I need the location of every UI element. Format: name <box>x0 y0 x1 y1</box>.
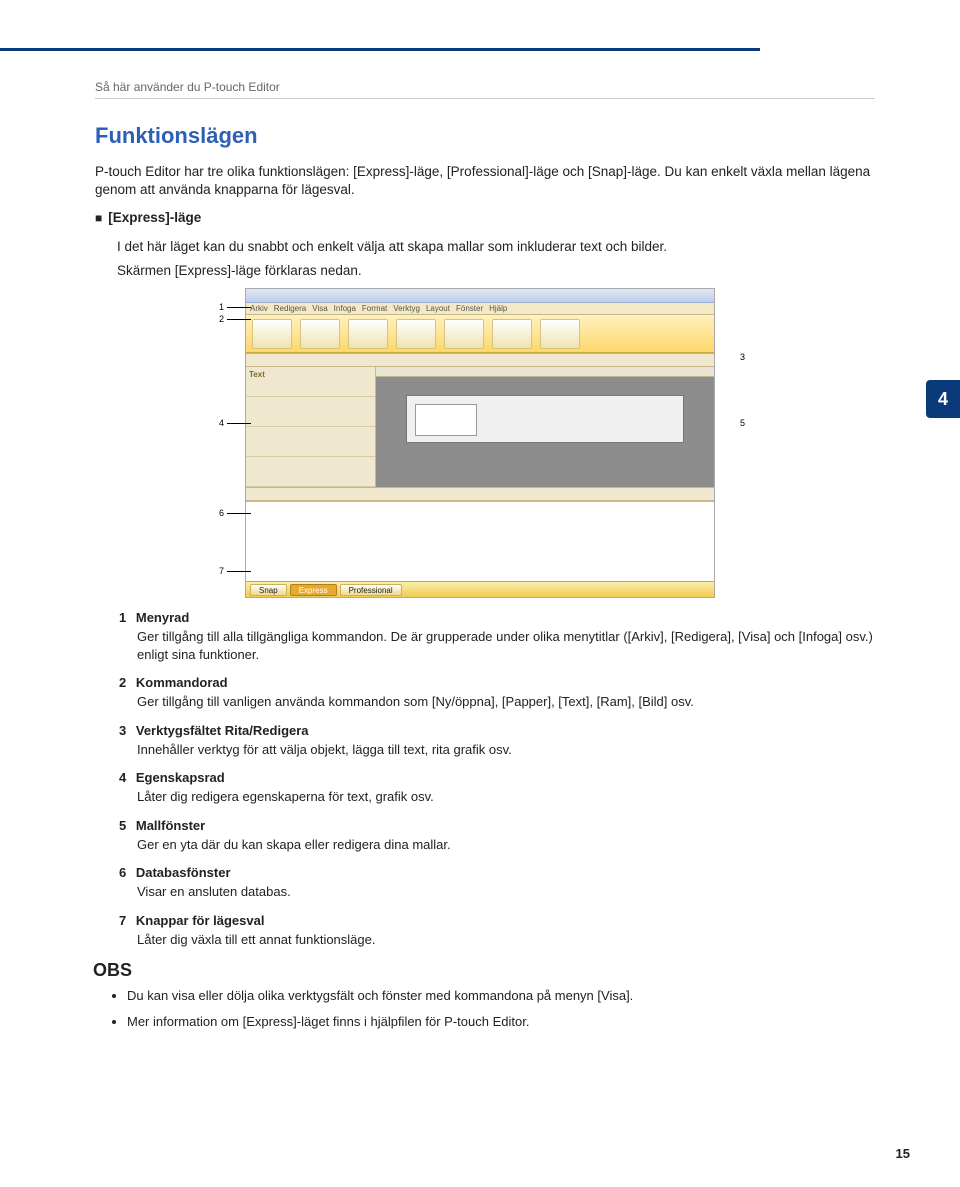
callout-7: 7 <box>219 566 224 576</box>
legend-desc: Visar en ansluten databas. <box>137 883 875 901</box>
sidebar-pane: Text <box>246 367 375 397</box>
cmd-button <box>396 319 436 349</box>
legend-title: Menyrad <box>136 610 189 625</box>
cmd-button <box>252 319 292 349</box>
page-number: 15 <box>896 1146 910 1161</box>
obs-list: Du kan visa eller dölja olika verktygsfä… <box>113 987 875 1030</box>
ruler <box>376 367 714 377</box>
legend-title: Egenskapsrad <box>136 770 225 785</box>
legend-num: 6 <box>119 865 126 880</box>
menu-item: Format <box>362 304 387 313</box>
titlebar <box>246 289 714 303</box>
callout-4: 4 <box>219 418 224 428</box>
legend-title: Mallfönster <box>136 818 205 833</box>
callout-6: 6 <box>219 508 224 518</box>
legend-num: 2 <box>119 675 126 690</box>
sidebar-pane <box>246 457 375 487</box>
section-tab: 4 <box>926 380 960 418</box>
cmd-button <box>348 319 388 349</box>
menu-item: Redigera <box>274 304 306 313</box>
callout-1: 1 <box>219 302 224 312</box>
legend-title: Verktygsfältet Rita/Redigera <box>136 723 309 738</box>
sidebar-pane <box>246 397 375 427</box>
legend-desc: Ger tillgång till vanligen använda komma… <box>137 693 875 711</box>
menu-item: Fönster <box>456 304 483 313</box>
page-content: Så här använder du P-touch Editor Funkti… <box>95 80 875 1039</box>
legend-list: 1 Menyrad Ger tillgång till alla tillgän… <box>119 610 875 948</box>
cmd-button <box>300 319 340 349</box>
cmd-button <box>492 319 532 349</box>
mode-snap: Snap <box>250 584 287 596</box>
page-title: Funktionslägen <box>95 123 875 149</box>
legend-item: 2 Kommandorad Ger tillgång till vanligen… <box>119 675 875 711</box>
callout-5: 5 <box>740 418 745 428</box>
legend-num: 3 <box>119 723 126 738</box>
express-heading: [Express]-läge <box>95 209 875 227</box>
cmd-button <box>540 319 580 349</box>
legend-title: Knappar för lägesval <box>136 913 265 928</box>
draw-edit-toolbar <box>246 353 714 367</box>
label-preview <box>406 395 684 443</box>
screenshot-figure: 1 2 3 4 5 6 7 Arkiv Redigera Visa Infoga… <box>225 288 785 598</box>
mode-select-bar: Snap Express Professional <box>246 581 714 597</box>
legend-item: 4 Egenskapsrad Låter dig redigera egensk… <box>119 770 875 806</box>
menu-item: Hjälp <box>489 304 507 313</box>
legend-item: 7 Knappar för lägesval Låter dig växla t… <box>119 913 875 949</box>
bottom-toolbar <box>246 487 714 501</box>
command-bar <box>246 315 714 353</box>
mode-express: Express <box>290 584 337 596</box>
obs-heading: OBS <box>93 960 875 981</box>
header-rule <box>0 48 760 51</box>
menu-item: Visa <box>312 304 327 313</box>
obs-note: Mer information om [Express]-läget finns… <box>127 1013 875 1031</box>
express-line1: I det här läget kan du snabbt och enkelt… <box>117 238 875 256</box>
app-window: Arkiv Redigera Visa Infoga Format Verkty… <box>245 288 715 598</box>
legend-num: 5 <box>119 818 126 833</box>
legend-title: Databasfönster <box>136 865 231 880</box>
legend-num: 1 <box>119 610 126 625</box>
menu-item: Layout <box>426 304 450 313</box>
legend-title: Kommandorad <box>136 675 228 690</box>
template-canvas <box>376 367 714 487</box>
express-line2: Skärmen [Express]-läge förklaras nedan. <box>117 262 875 280</box>
callout-2: 2 <box>219 314 224 324</box>
legend-item: 3 Verktygsfältet Rita/Redigera Innehålle… <box>119 723 875 759</box>
legend-item: 1 Menyrad Ger tillgång till alla tillgän… <box>119 610 875 663</box>
workspace: Text <box>246 367 714 487</box>
cmd-button <box>444 319 484 349</box>
sidebar-pane <box>246 427 375 457</box>
legend-desc: Innehåller verktyg för att välja objekt,… <box>137 741 875 759</box>
legend-desc: Låter dig redigera egenskaperna för text… <box>137 788 875 806</box>
menu-item: Verktyg <box>393 304 420 313</box>
menu-item: Arkiv <box>250 304 268 313</box>
legend-desc: Ger en yta där du kan skapa eller redige… <box>137 836 875 854</box>
database-window <box>246 501 714 581</box>
intro-paragraph: P-touch Editor har tre olika funktionslä… <box>95 163 875 199</box>
menu-item: Infoga <box>334 304 356 313</box>
mode-professional: Professional <box>340 584 402 596</box>
legend-desc: Ger tillgång till alla tillgängliga komm… <box>137 628 875 663</box>
menubar: Arkiv Redigera Visa Infoga Format Verkty… <box>246 303 714 315</box>
legend-item: 6 Databasfönster Visar en ansluten datab… <box>119 865 875 901</box>
legend-desc: Låter dig växla till ett annat funktions… <box>137 931 875 949</box>
property-sidebar: Text <box>246 367 376 487</box>
legend-num: 4 <box>119 770 126 785</box>
callout-3: 3 <box>740 352 745 362</box>
legend-num: 7 <box>119 913 126 928</box>
obs-note: Du kan visa eller dölja olika verktygsfä… <box>127 987 875 1005</box>
express-heading-text: [Express]-läge <box>108 210 201 225</box>
running-header: Så här använder du P-touch Editor <box>95 80 875 99</box>
legend-item: 5 Mallfönster Ger en yta där du kan skap… <box>119 818 875 854</box>
